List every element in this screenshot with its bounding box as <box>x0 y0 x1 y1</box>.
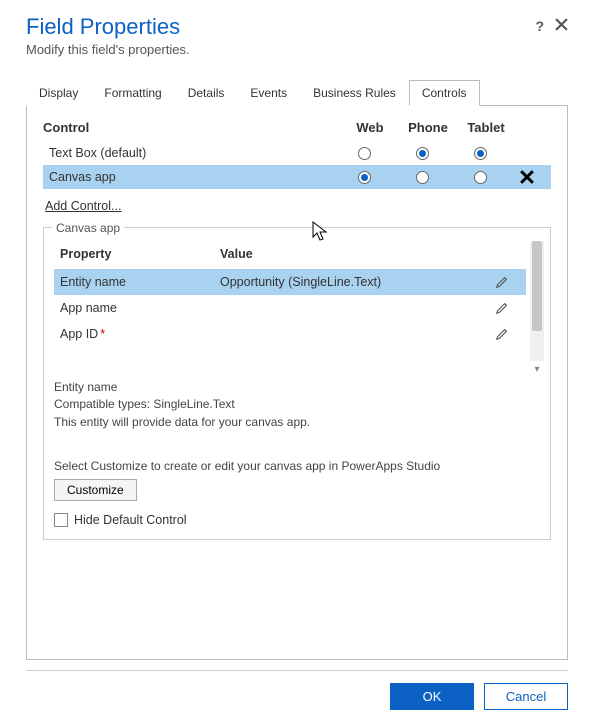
prop-name: App ID* <box>60 327 220 341</box>
edit-icon[interactable] <box>484 275 520 289</box>
col-value: Value <box>220 247 484 261</box>
dialog-footer: OK Cancel <box>26 670 568 724</box>
radio-web-textbox[interactable] <box>358 147 371 160</box>
customize-button[interactable]: Customize <box>54 479 137 501</box>
tab-display[interactable]: Display <box>26 80 91 106</box>
scrollbar-thumb[interactable] <box>532 241 542 331</box>
remove-control-icon[interactable] <box>520 170 534 184</box>
page-subtitle: Modify this field's properties. <box>26 42 568 57</box>
tab-events[interactable]: Events <box>237 80 300 106</box>
ok-button[interactable]: OK <box>390 683 474 710</box>
control-name: Canvas app <box>49 170 335 184</box>
radio-phone-textbox[interactable] <box>416 147 429 160</box>
col-tablet: Tablet <box>457 120 515 135</box>
col-phone: Phone <box>399 120 457 135</box>
control-table-header: Control Web Phone Tablet <box>43 120 551 135</box>
radio-phone-canvasapp[interactable] <box>416 171 429 184</box>
close-icon[interactable] <box>555 18 568 31</box>
prop-row-app-id[interactable]: App ID* <box>54 321 526 347</box>
prop-value: Opportunity (SingleLine.Text) <box>220 275 484 289</box>
prop-name: Entity name <box>60 275 220 289</box>
col-control: Control <box>43 120 341 135</box>
edit-icon[interactable] <box>484 327 520 341</box>
col-web: Web <box>341 120 399 135</box>
tab-formatting[interactable]: Formatting <box>91 80 174 106</box>
help-icon[interactable]: ? <box>535 18 544 34</box>
fieldset-legend: Canvas app <box>52 221 124 235</box>
cancel-button[interactable]: Cancel <box>484 683 568 710</box>
property-description: Entity name Compatible types: SingleLine… <box>54 379 544 431</box>
control-row-textbox[interactable]: Text Box (default) <box>43 141 551 165</box>
tab-bar: Display Formatting Details Events Busine… <box>26 79 568 106</box>
tab-details[interactable]: Details <box>175 80 238 106</box>
prop-row-app-name[interactable]: App name <box>54 295 526 321</box>
prop-name: App name <box>60 301 220 315</box>
controls-panel: Control Web Phone Tablet Text Box (defau… <box>26 106 568 660</box>
radio-tablet-textbox[interactable] <box>474 147 487 160</box>
tab-business-rules[interactable]: Business Rules <box>300 80 409 106</box>
control-name: Text Box (default) <box>49 146 335 160</box>
props-header: Property Value <box>54 241 526 269</box>
canvas-app-fieldset: Canvas app Property Value Entity name Op… <box>43 227 551 540</box>
props-scrollbar[interactable]: ▾ <box>530 241 544 361</box>
scrollbar-down-icon[interactable]: ▾ <box>530 364 544 375</box>
add-control-link[interactable]: Add Control... <box>45 199 121 213</box>
page-title: Field Properties <box>26 14 568 40</box>
tab-controls[interactable]: Controls <box>409 80 480 106</box>
radio-tablet-canvasapp[interactable] <box>474 171 487 184</box>
col-property: Property <box>60 247 220 261</box>
edit-icon[interactable] <box>484 301 520 315</box>
hide-default-label: Hide Default Control <box>74 513 187 527</box>
hide-default-checkbox[interactable] <box>54 513 68 527</box>
control-row-canvasapp[interactable]: Canvas app <box>43 165 551 189</box>
customize-info: Select Customize to create or edit your … <box>54 459 544 473</box>
prop-row-entity-name[interactable]: Entity name Opportunity (SingleLine.Text… <box>54 269 526 295</box>
required-star: * <box>100 327 105 341</box>
radio-web-canvasapp[interactable] <box>358 171 371 184</box>
